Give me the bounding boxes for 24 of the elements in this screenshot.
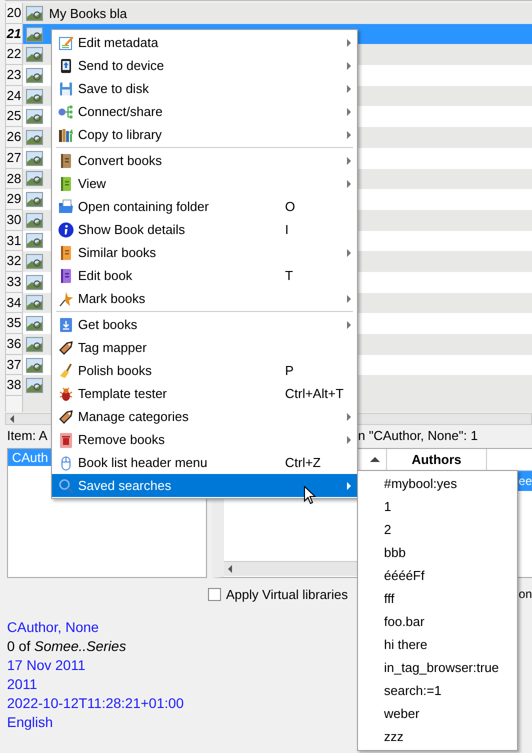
row-number: 20 xyxy=(5,3,23,24)
status-text: n "CAuthor, None": 1 xyxy=(358,427,478,445)
row-number: 38 xyxy=(5,375,23,396)
row-number: 30 xyxy=(5,210,23,231)
option-text: on xyxy=(518,587,532,601)
row-number: 25 xyxy=(5,106,23,128)
row-number: 24 xyxy=(5,86,23,106)
row-number: 28 xyxy=(5,168,23,190)
row-number: 21 xyxy=(5,24,23,44)
book-title: My Books bla xyxy=(49,6,128,21)
row-number: 36 xyxy=(5,334,23,355)
row-number: 33 xyxy=(5,272,23,293)
row-number: 26 xyxy=(5,127,23,148)
row-number: 23 xyxy=(5,65,23,86)
row-number: 31 xyxy=(5,230,23,252)
series-text: 0 of Somee..Series xyxy=(7,637,126,656)
row-number: 32 xyxy=(5,251,23,272)
status-text: Item: A xyxy=(7,428,48,443)
row-number: 29 xyxy=(5,189,23,210)
row-number: 34 xyxy=(5,292,23,314)
row-number: 27 xyxy=(5,148,23,168)
row-number: 37 xyxy=(5,354,23,376)
row-number: 22 xyxy=(5,44,23,66)
row-number: 35 xyxy=(5,313,23,334)
